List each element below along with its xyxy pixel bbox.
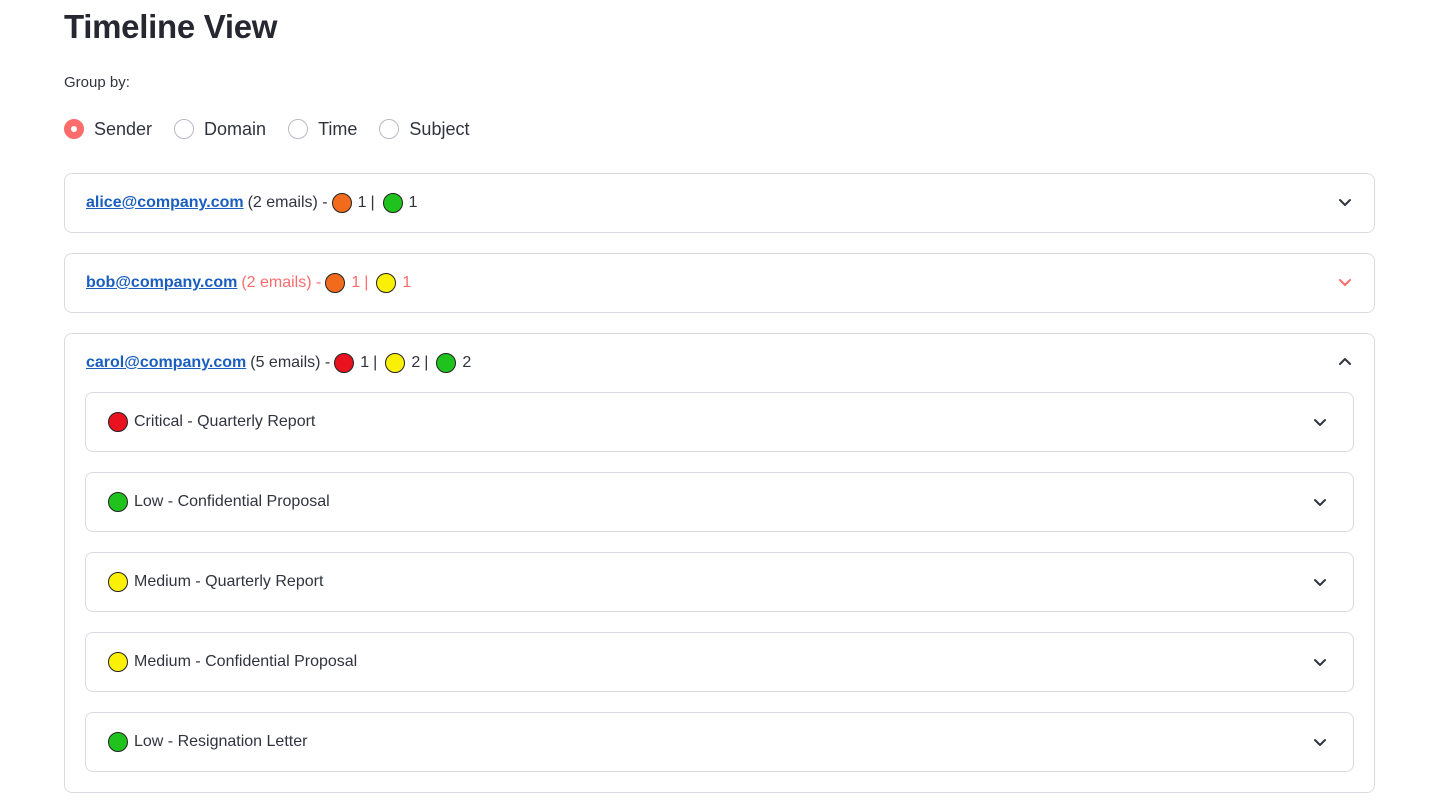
sender-summary: (5 emails) - 1 | 2 | 2 xyxy=(250,353,471,373)
radio-sender[interactable]: Sender xyxy=(64,119,152,140)
chevron-down-icon[interactable] xyxy=(1338,195,1352,209)
separator: | xyxy=(373,354,378,371)
group-by-radio-group: Sender Domain Time Subject xyxy=(64,116,491,142)
severity-yellow-icon xyxy=(385,353,406,373)
sender-expander-carol: carol@company.com (5 emails) - 1 | 2 | 2… xyxy=(64,333,1375,793)
email-expander[interactable]: Critical - Quarterly Report xyxy=(85,392,1354,452)
email-label: Critical - Quarterly Report xyxy=(134,413,316,430)
expander-header[interactable]: alice@company.com (2 emails) - 1 | 1 xyxy=(65,174,1374,232)
radio-label: Sender xyxy=(94,118,153,139)
expander-header[interactable]: carol@company.com (5 emails) - 1 | 2 | 2 xyxy=(65,334,1374,392)
radio-button[interactable] xyxy=(379,119,400,139)
severity-red-icon xyxy=(108,412,128,432)
severity-count: 1 xyxy=(360,354,370,371)
radio-time[interactable]: Time xyxy=(288,119,357,140)
severity-orange-icon xyxy=(325,273,346,293)
radio-label: Subject xyxy=(409,118,470,139)
severity-count: 1 xyxy=(402,274,412,291)
severity-count: 2 xyxy=(411,354,421,371)
severity-yellow-icon xyxy=(108,572,128,592)
sender-expander-bob: bob@company.com (2 emails) - 1 | 1 xyxy=(64,253,1375,313)
email-expander[interactable]: Low - Resignation Letter xyxy=(85,712,1354,772)
sender-email-link[interactable]: bob@company.com xyxy=(86,274,237,292)
expander-header[interactable]: bob@company.com (2 emails) - 1 | 1 xyxy=(65,254,1374,312)
chevron-down-icon[interactable] xyxy=(1313,655,1327,669)
email-count-text: (5 emails) - xyxy=(250,354,331,371)
separator: | xyxy=(424,354,429,371)
email-expander[interactable]: Medium - Confidential Proposal xyxy=(85,632,1354,692)
chevron-down-icon[interactable] xyxy=(1313,735,1327,749)
chevron-up-icon[interactable] xyxy=(1338,355,1352,369)
radio-button-selected[interactable] xyxy=(64,119,84,139)
severity-count: 1 xyxy=(408,194,418,211)
severity-count: 1 xyxy=(351,274,361,291)
radio-button[interactable] xyxy=(288,119,309,139)
severity-yellow-icon xyxy=(108,652,128,672)
email-count-text: (2 emails) - xyxy=(241,274,322,291)
severity-green-icon xyxy=(108,732,128,752)
severity-orange-icon xyxy=(331,193,352,213)
sender-summary: (2 emails) - 1 | 1 xyxy=(248,193,418,213)
email-label: Low - Resignation Letter xyxy=(134,733,308,750)
radio-label: Domain xyxy=(204,118,267,139)
chevron-down-icon[interactable] xyxy=(1313,415,1327,429)
severity-green-icon xyxy=(382,193,403,213)
sender-email-link[interactable]: alice@company.com xyxy=(86,194,244,212)
chevron-down-icon[interactable] xyxy=(1313,495,1327,509)
email-label: Medium - Confidential Proposal xyxy=(134,653,358,670)
email-label: Medium - Quarterly Report xyxy=(134,573,324,590)
separator: | xyxy=(370,194,375,211)
sender-summary: (2 emails) - 1 | 1 xyxy=(241,273,411,293)
page-title: Timeline View xyxy=(64,8,278,45)
severity-yellow-icon xyxy=(376,273,397,293)
email-expander[interactable]: Medium - Quarterly Report xyxy=(85,552,1354,612)
radio-subject[interactable]: Subject xyxy=(379,119,469,140)
chevron-down-icon[interactable] xyxy=(1313,575,1327,589)
severity-green-icon xyxy=(436,353,457,373)
email-count-text: (2 emails) - xyxy=(247,194,328,211)
chevron-down-icon[interactable] xyxy=(1338,275,1352,289)
radio-label: Time xyxy=(318,118,358,139)
severity-red-icon xyxy=(334,353,355,373)
sender-expander-alice: alice@company.com (2 emails) - 1 | 1 xyxy=(64,173,1375,233)
separator: | xyxy=(364,274,369,291)
radio-domain[interactable]: Domain xyxy=(174,119,266,140)
severity-count: 1 xyxy=(357,194,367,211)
email-expander[interactable]: Low - Confidential Proposal xyxy=(85,472,1354,532)
severity-green-icon xyxy=(108,492,128,512)
severity-count: 2 xyxy=(462,354,472,371)
radio-button[interactable] xyxy=(174,119,195,139)
email-label: Low - Confidential Proposal xyxy=(134,493,330,510)
group-by-label: Group by: xyxy=(64,74,130,91)
sender-email-link[interactable]: carol@company.com xyxy=(86,354,246,372)
